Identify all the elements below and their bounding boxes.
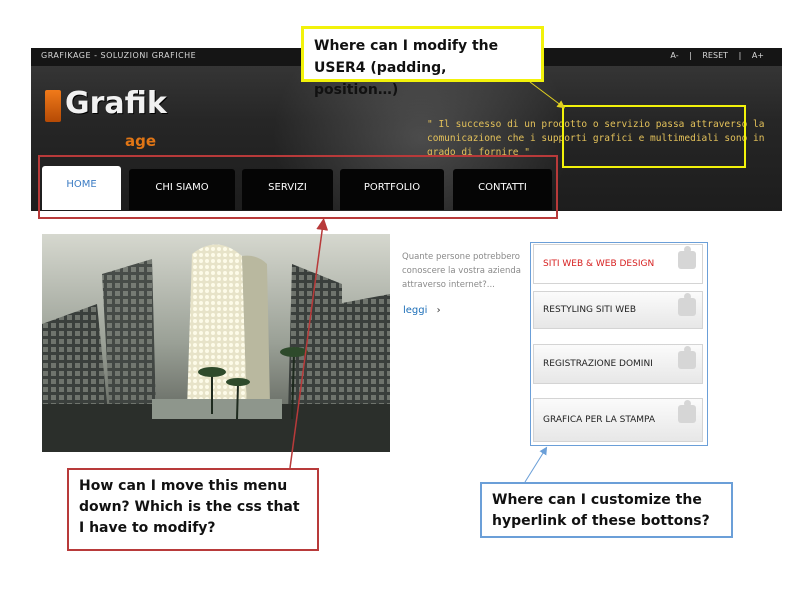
read-more-label: leggi bbox=[403, 305, 428, 316]
menu-highlight-frame bbox=[38, 155, 558, 219]
font-tools-separator: | bbox=[738, 51, 742, 60]
intro-text: Quante persone potrebbero conoscere la v… bbox=[402, 252, 521, 290]
logo-text: Grafik bbox=[65, 86, 167, 121]
read-more-link[interactable]: leggi › bbox=[403, 305, 441, 316]
menu-callout: How can I move this menu down? Which is … bbox=[67, 468, 319, 551]
font-tools-separator: | bbox=[689, 51, 692, 60]
site-logo[interactable]: Grafik age bbox=[45, 86, 221, 156]
font-reset-link[interactable]: RESET bbox=[702, 51, 728, 60]
logo-subtext: age bbox=[125, 132, 157, 150]
font-size-tools: A- | RESET | A+ bbox=[666, 51, 768, 60]
links-callout: Where can I customize the hyperlink of t… bbox=[480, 482, 733, 538]
logo-mark-icon bbox=[45, 90, 61, 122]
logo-reflection bbox=[85, 116, 87, 135]
hero-image bbox=[42, 234, 390, 452]
user4-callout: Where can I modify the USER4 (padding, p… bbox=[301, 26, 544, 98]
font-decrease-link[interactable]: A- bbox=[670, 51, 678, 60]
city-illustration bbox=[42, 234, 390, 452]
user4-highlight-frame bbox=[562, 105, 746, 168]
links-arrow bbox=[524, 446, 548, 483]
arrow-right-icon: › bbox=[436, 305, 441, 316]
font-increase-link[interactable]: A+ bbox=[752, 51, 764, 60]
buttons-highlight-frame bbox=[530, 242, 708, 446]
site-tagline: GRAFIKAGE - SOLUZIONI GRAFICHE bbox=[41, 51, 197, 60]
